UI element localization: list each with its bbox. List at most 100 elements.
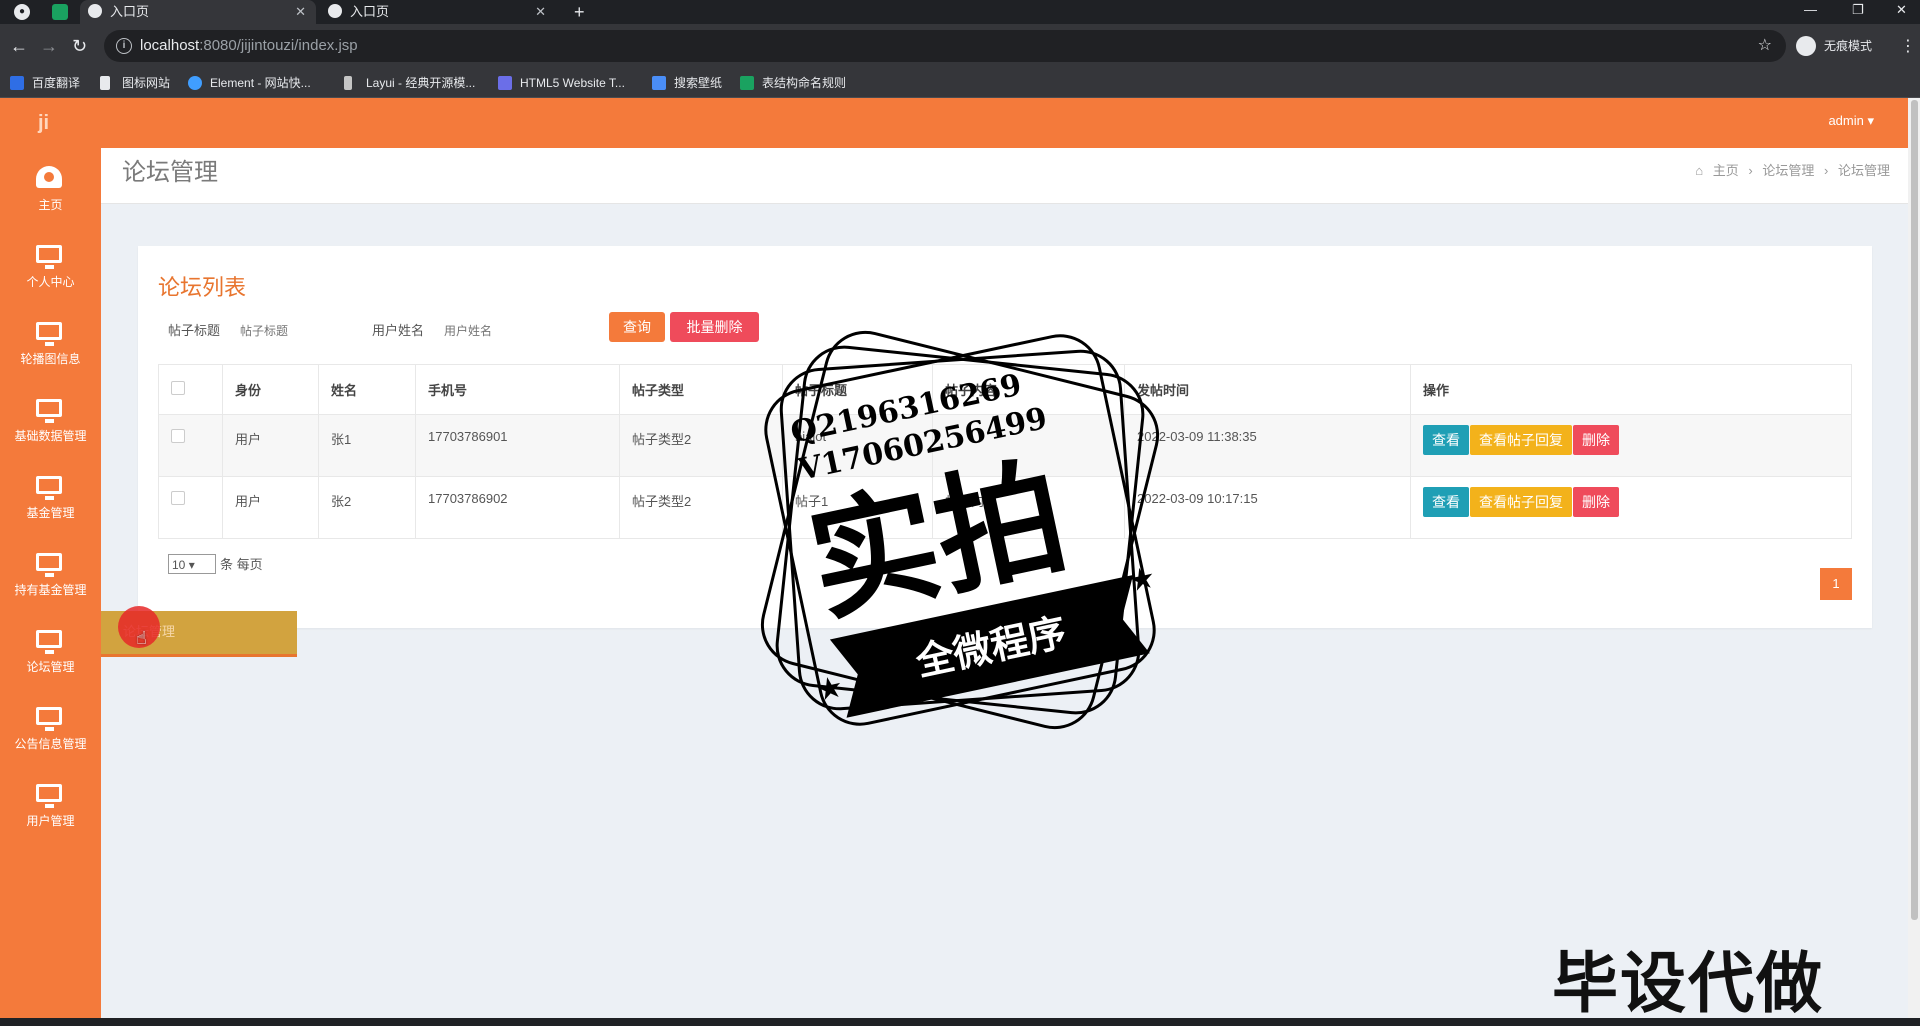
incognito-icon	[1796, 36, 1816, 56]
pinned-tab-icon[interactable]	[52, 4, 68, 20]
bookmark-favicon-icon	[652, 76, 666, 90]
corner-watermark: 毕设代做	[1552, 946, 1824, 1020]
bookmark-item[interactable]: 表结构命名规则	[740, 68, 846, 98]
sidebar-item-label: 论坛管理	[26, 660, 75, 674]
monitor-icon	[36, 245, 62, 269]
bookmark-favicon-icon	[498, 76, 512, 90]
sidebar-item-home[interactable]: 主页	[0, 156, 101, 233]
sidebar-item-label: 用户管理	[26, 814, 75, 828]
sidebar-item-label: 个人中心	[26, 275, 75, 289]
actions-cell: 查看 查看帖子回复 删除	[1410, 414, 1852, 477]
browser-more-icon[interactable]: ⋮	[1900, 36, 1916, 56]
chevron-right-icon: ›	[1824, 163, 1829, 178]
sidebar-item-forum[interactable]: 论坛管理	[0, 618, 101, 695]
view-replies-button[interactable]: 查看帖子回复	[1470, 487, 1572, 517]
select-all-checkbox[interactable]	[171, 381, 185, 395]
tab-title: 入口页	[110, 4, 150, 19]
sidebar-item-holdings[interactable]: 持有基金管理	[0, 541, 101, 618]
sidebar-item-users[interactable]: 用户管理	[0, 772, 101, 849]
page-button-current[interactable]: 1	[1820, 568, 1852, 600]
chevron-right-icon: ›	[1748, 163, 1753, 178]
page-size-control: 10 ▾ 条 每页	[168, 554, 263, 575]
sidebar-item-label: 公告信息管理	[14, 737, 87, 751]
restore-icon[interactable]: ❐	[1852, 0, 1864, 20]
monitor-icon	[36, 707, 62, 731]
browser-tab-2[interactable]: 入口页 ✕	[320, 0, 556, 24]
row-checkbox[interactable]	[171, 429, 185, 443]
bookmark-star-icon[interactable]: ☆	[1758, 30, 1772, 62]
monitor-icon	[36, 476, 62, 500]
bookmark-item[interactable]: Layui - 经典开源模...	[344, 68, 475, 98]
sidebar-item-carousel[interactable]: 轮播图信息	[0, 310, 101, 387]
minimize-icon[interactable]: —	[1804, 0, 1817, 20]
monitor-icon	[36, 784, 62, 808]
flag-icon	[100, 76, 110, 90]
bookmark-item[interactable]: Element - 网站快...	[188, 68, 311, 98]
browser-menu-icon[interactable]: ●	[14, 4, 30, 20]
row-checkbox[interactable]	[171, 491, 185, 505]
page-scrollbar[interactable]	[1908, 98, 1920, 1018]
sidebar-item-funds[interactable]: 基金管理	[0, 464, 101, 541]
bookmark-item[interactable]: 图标网站	[100, 68, 170, 98]
browser-tab-strip: ● 入口页 ✕ 入口页 ✕ + — ❐ ✕	[0, 0, 1920, 24]
sidebar-item-base-data[interactable]: 基础数据管理	[0, 387, 101, 464]
select-all-cell	[158, 364, 223, 415]
reload-icon[interactable]: ↻	[72, 36, 87, 56]
forward-icon[interactable]: →	[40, 36, 58, 56]
logo: ji	[38, 112, 50, 134]
role-cell: 用户	[222, 414, 319, 477]
page-size-select[interactable]: 10 ▾	[168, 554, 216, 574]
user-name-label: 用户姓名	[372, 323, 425, 338]
incognito-label: 无痕模式	[1824, 39, 1873, 53]
close-window-icon[interactable]: ✕	[1896, 0, 1907, 20]
bookmark-item[interactable]: HTML5 Website T...	[498, 68, 625, 98]
new-tab-icon[interactable]: +	[574, 0, 585, 24]
view-button[interactable]: 查看	[1423, 487, 1469, 517]
globe-icon	[88, 4, 102, 18]
sidebar-item-label: 轮播图信息	[20, 352, 81, 366]
post-title-input[interactable]	[240, 318, 352, 344]
tab-title: 入口页	[350, 4, 390, 19]
breadcrumb-item[interactable]: 论坛管理	[1762, 163, 1814, 178]
sidebar-item-label: 持有基金管理	[14, 583, 87, 597]
user-name-input[interactable]	[444, 318, 556, 344]
phone-cell: 17703786901	[415, 414, 620, 477]
bookmark-favicon-icon	[740, 76, 754, 90]
sidebar-item-notices[interactable]: 公告信息管理	[0, 695, 101, 772]
url-text[interactable]: localhost:8080/jijintouzi/index.jsp	[140, 30, 358, 62]
delete-button[interactable]: 删除	[1573, 425, 1619, 455]
content-header: 论坛管理 ⌂ 主页 › 论坛管理 › 论坛管理	[101, 148, 1908, 204]
hand-cursor-icon: ☝	[136, 628, 147, 648]
sidebar-item-profile[interactable]: 个人中心	[0, 233, 101, 310]
star-icon: ★	[1125, 561, 1158, 599]
monitor-icon	[36, 553, 62, 577]
bookmark-item[interactable]: 搜索壁纸	[652, 68, 722, 98]
info-icon[interactable]: i	[116, 38, 132, 54]
close-icon[interactable]: ✕	[295, 0, 306, 24]
breadcrumb-current: 论坛管理	[1837, 163, 1890, 178]
bookmark-item[interactable]: 百度翻译	[10, 68, 80, 98]
scrollbar-thumb[interactable]	[1911, 100, 1918, 920]
sidebar: ji 主页 个人中心 轮播图信息 基础数据管理 基金管理 持有基金管理 论坛管理	[0, 98, 101, 1018]
browser-tab-1[interactable]: 入口页 ✕	[80, 0, 316, 24]
delete-button[interactable]: 删除	[1573, 487, 1619, 517]
page-title: 论坛管理	[122, 159, 218, 186]
watermark-stamp: Q2196316269 V17060256499 实拍 全微程序 ★ ★	[760, 330, 1160, 730]
row-select-cell	[158, 476, 223, 539]
back-icon[interactable]: ←	[10, 36, 28, 56]
row-select-cell	[158, 414, 223, 477]
incognito-indicator[interactable]: 无痕模式	[1796, 32, 1872, 60]
address-bar[interactable]: i localhost:8080/jijintouzi/index.jsp ☆	[104, 30, 1786, 62]
query-button[interactable]: 查询	[609, 312, 665, 342]
breadcrumb-home[interactable]: 主页	[1713, 163, 1739, 178]
bookmarks-bar: 百度翻译 图标网站 Element - 网站快... Layui - 经典开源模…	[0, 68, 1920, 98]
breadcrumb: ⌂ 主页 › 论坛管理 › 论坛管理	[1689, 148, 1890, 194]
column-header: 手机号	[415, 364, 620, 415]
dashboard-icon	[36, 166, 62, 188]
view-replies-button[interactable]: 查看帖子回复	[1470, 425, 1572, 455]
close-icon[interactable]: ✕	[535, 0, 546, 24]
admin-menu[interactable]: admin ▾	[1828, 98, 1874, 144]
monitor-icon	[36, 322, 62, 346]
view-button[interactable]: 查看	[1423, 425, 1469, 455]
name-cell: 张1	[318, 414, 416, 477]
